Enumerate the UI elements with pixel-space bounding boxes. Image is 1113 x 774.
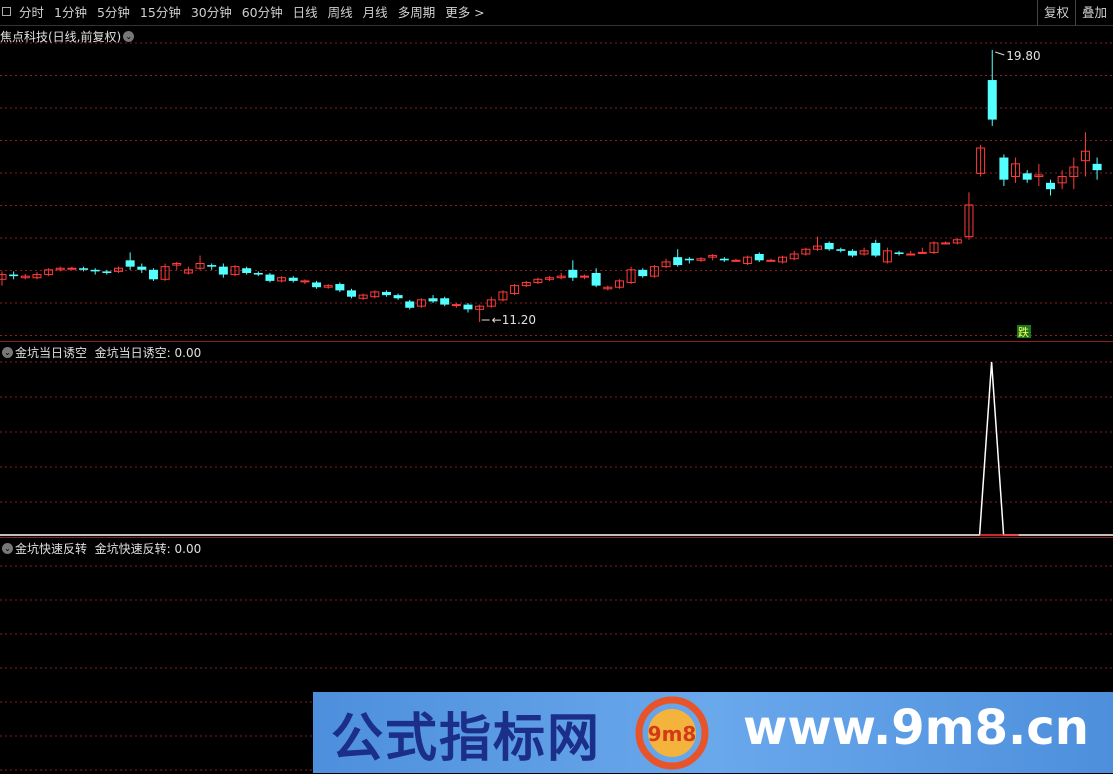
watermark-logo-icon: 9m8	[635, 696, 709, 770]
period-tab[interactable]: 多周期	[393, 0, 441, 26]
toolbar-right: 复权 叠加	[1036, 0, 1113, 26]
candle-body	[253, 272, 263, 275]
candle-body	[381, 291, 391, 296]
watermark-logo-text: 9m8	[648, 722, 697, 746]
candle-body	[1092, 163, 1102, 171]
indicator1-name: 金坑当日诱空	[15, 346, 88, 360]
period-tab[interactable]: 60分钟	[237, 0, 288, 26]
candle-body	[941, 242, 951, 245]
chevron-down-icon[interactable]: ⌄	[2, 543, 13, 554]
candle-body	[218, 266, 228, 275]
period-tabs: 分时 1分钟 5分钟 15分钟 30分钟 60分钟 日线 周线 月线 多周期 更多 >	[14, 0, 490, 26]
chevron-down-icon[interactable]: ⌄	[2, 347, 13, 358]
candle-body	[67, 267, 77, 270]
candle-body	[335, 284, 345, 291]
candle-body	[300, 280, 310, 283]
candle-body	[894, 252, 904, 254]
candle-body	[288, 277, 298, 281]
candle-body	[451, 304, 461, 307]
candle-body	[719, 258, 729, 261]
watermark-banner: 公式指标网 9m8 www.9m8.cn	[313, 692, 1113, 773]
restore-rights-button[interactable]: 复权	[1036, 0, 1075, 26]
candle-body	[917, 251, 927, 254]
candle-body	[0, 274, 7, 280]
candle-body	[9, 274, 19, 277]
period-toolbar: 分时 1分钟 5分钟 15分钟 30分钟 60分钟 日线 周线 月线 多周期 更多 > 复权 叠加	[0, 0, 1113, 26]
period-tab[interactable]: 5分钟	[92, 0, 135, 26]
overlay-button[interactable]: 叠加	[1074, 0, 1113, 26]
candle-body	[871, 242, 881, 256]
candle-body	[1046, 182, 1055, 190]
main-chart-title: 焦点科技(日线,前复权) ⌄	[0, 28, 136, 45]
low-price-label: ←11.20	[492, 313, 536, 327]
candle-body	[90, 269, 100, 272]
candle-body	[440, 298, 450, 305]
candle-body	[987, 80, 997, 120]
candle-body	[405, 301, 415, 308]
candle-body	[347, 290, 356, 297]
candle-body	[580, 275, 589, 278]
candle-body	[265, 274, 275, 281]
candle-body	[673, 257, 683, 266]
indicator1-header: ⌄ 金坑当日诱空 金坑当日诱空: 0.00	[0, 344, 201, 361]
candle-body	[836, 249, 846, 251]
indicator1-panel[interactable]: ⌄ 金坑当日诱空 金坑当日诱空: 0.00	[0, 341, 1113, 537]
period-tab[interactable]: 30分钟	[186, 0, 237, 26]
candle-body	[731, 259, 741, 262]
high-marker-line	[995, 51, 1005, 56]
candle-body	[79, 268, 89, 270]
candle-body	[638, 269, 648, 277]
stock-title: 焦点科技(日线,前复权)	[0, 30, 122, 44]
period-tab[interactable]: 15分钟	[135, 0, 186, 26]
candle-body	[428, 298, 438, 302]
indicator2-value: 金坑快速反转: 0.00	[94, 542, 202, 556]
candle-body	[207, 265, 217, 267]
candle-body	[312, 282, 322, 288]
period-tab[interactable]: 周线	[323, 0, 358, 26]
candle-body	[824, 242, 834, 250]
period-tab[interactable]: 月线	[358, 0, 393, 26]
candle-body	[137, 266, 147, 270]
window-icon[interactable]	[2, 7, 11, 16]
period-tab[interactable]: 1分钟	[49, 0, 92, 26]
indicator2-header: ⌄ 金坑快速反转 金坑快速反转: 0.00	[0, 540, 201, 557]
candle-body	[125, 260, 135, 267]
fall-badge: 跌	[1018, 325, 1029, 339]
candle-body	[568, 269, 578, 278]
candle-body	[1022, 173, 1032, 180]
indicator1-line	[0, 361, 1113, 536]
high-price-label: 19.80	[1006, 49, 1040, 63]
candle-body	[766, 259, 776, 262]
candle-body	[393, 295, 403, 299]
candle-body	[754, 254, 764, 261]
candle-body	[463, 304, 473, 310]
candle-body	[148, 269, 158, 280]
indicator2-name: 金坑快速反转	[15, 542, 88, 556]
period-tab[interactable]: 分时	[14, 0, 49, 26]
candle-body	[906, 253, 916, 256]
candle-body	[684, 258, 694, 261]
watermark-title: 公式指标网	[331, 709, 602, 769]
chevron-down-icon[interactable]: ⌄	[123, 31, 135, 42]
watermark-url: www.9m8.cn	[743, 700, 1089, 756]
period-tab[interactable]: 更多 >	[440, 0, 489, 26]
period-tab[interactable]: 日线	[288, 0, 323, 26]
indicator1-chart	[0, 361, 1113, 536]
candle-body	[591, 272, 601, 286]
candle-body	[102, 271, 112, 273]
candlestick-chart: 19.80 ←11.20 跌	[0, 42, 1113, 339]
main-chart-panel[interactable]: 19.80 ←11.20 跌 焦点科技(日线,前复权) ⌄	[0, 26, 1113, 340]
candle-body	[999, 157, 1009, 180]
candle-body	[242, 268, 252, 273]
indicator1-value: 金坑当日诱空: 0.00	[94, 346, 202, 360]
candle-body	[847, 250, 857, 256]
